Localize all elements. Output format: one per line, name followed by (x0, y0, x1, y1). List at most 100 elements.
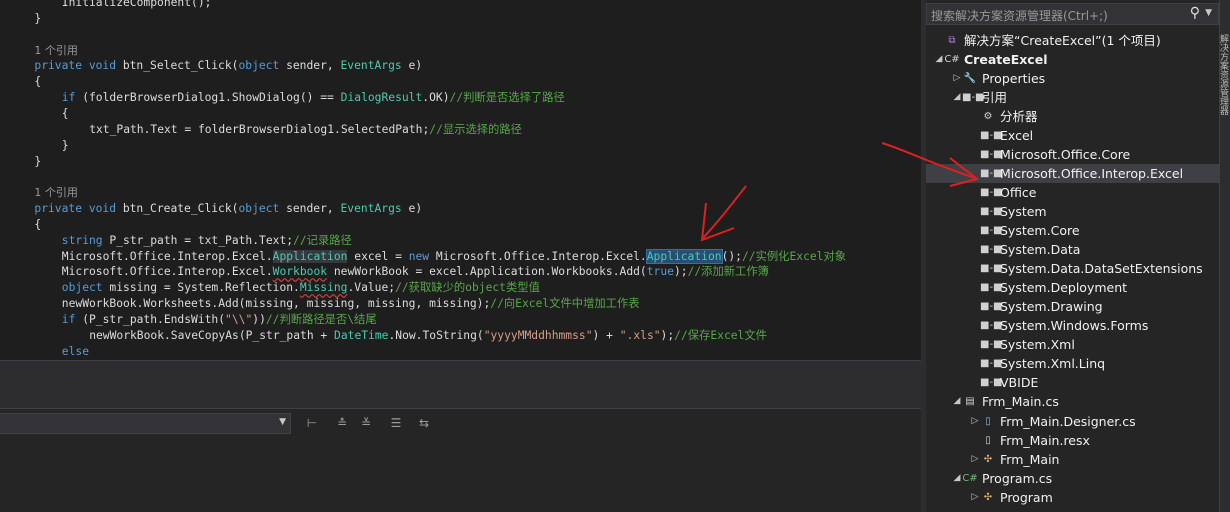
code-token: Application (272, 249, 348, 263)
code-line[interactable]: } (34, 154, 41, 170)
find-message-icon[interactable]: ⊢ (302, 413, 322, 433)
wrench-icon: 🔧 (963, 72, 977, 84)
code-token: EventArgs (340, 202, 402, 216)
code-token: btn_Create_Click( (116, 202, 239, 216)
tree-item[interactable]: ⧉ 解决方案“CreateExcel”(1 个项目) (926, 31, 1219, 50)
code-token: } (34, 11, 42, 25)
code-token: "yyyyMMddhhmmss" (483, 328, 593, 342)
code-line[interactable]: Microsoft.Office.Interop.Excel. Applicati… (62, 248, 846, 265)
code-token: newWorkBook = excel.Application.Workbook… (327, 265, 647, 279)
next-message-icon[interactable]: ≚ (356, 413, 376, 433)
chevron-down-icon[interactable]: ▼ (1205, 8, 1212, 18)
tree-item[interactable]: ■-■ System.Deployment (926, 278, 1219, 297)
tree-item[interactable]: ▷ 🔧 Properties (926, 69, 1219, 88)
tree-item[interactable]: ■-■ System.Core (926, 221, 1219, 240)
tree-item[interactable]: ▷ ▯ Frm_Main.Designer.cs (926, 412, 1219, 431)
tree-item[interactable]: ■-■ Microsoft.Office.Core (926, 145, 1219, 164)
code-token: //判断路径是否\结尾 (265, 313, 377, 326)
editor-horizontal-scrollbar[interactable] (0, 360, 921, 389)
code-line[interactable]: { (34, 74, 41, 90)
tree-item[interactable]: ■-■ Excel (926, 126, 1219, 145)
code-token: void (88, 202, 117, 216)
tree-item-label: Frm_Main.Designer.cs (1000, 413, 1136, 429)
expand-arrow-icon[interactable]: ◢ (934, 50, 944, 69)
code-line[interactable]: object missing = System.Reflection.Missi… (62, 280, 540, 296)
tree-item[interactable]: ■-■ System.Data.DataSetExtensions (926, 259, 1219, 278)
tree-item-label: Properties (982, 70, 1046, 86)
tree-item[interactable]: ■-■ System.Windows.Forms (926, 316, 1219, 335)
code-line[interactable]: private void btn_Select_Click(object sen… (34, 58, 422, 74)
code-token: (folderBrowserDialog1.ShowDialog() == (75, 91, 341, 105)
tree-item-label: Frm_Main.cs (982, 394, 1059, 410)
code-line[interactable]: txt_Path.Text = folderBrowserDialog1.Sel… (89, 122, 522, 138)
code-token: object (61, 281, 103, 295)
class-icon: ✣ (983, 491, 993, 503)
reference-count-lens[interactable]: 1 个引用 (34, 44, 78, 57)
tree-item[interactable]: ▷ ✣ Program (926, 488, 1219, 507)
tree-item[interactable]: ▯ Frm_Main.resx (926, 431, 1219, 450)
code-token: )) (252, 313, 266, 326)
code-token: "\\" (225, 313, 253, 326)
code-line[interactable]: Microsoft.Office.Interop.Excel.Workbook … (62, 264, 769, 280)
tree-item-label: Frm_Main.resx (1000, 432, 1090, 448)
code-line[interactable]: if (P_str_path.EndsWith("\\"))//判断路径是否\结… (62, 312, 377, 328)
chevron-down-icon[interactable]: ▼ (279, 417, 286, 427)
tree-item[interactable]: ■-■ Office (926, 183, 1219, 202)
code-line[interactable]: { (34, 217, 41, 233)
solution-search-box[interactable]: 搜索解决方案资源管理器(Ctrl+;) ⚲ ▼ (926, 3, 1219, 25)
code-line[interactable]: InitializeComponent(); (62, 0, 212, 11)
word-wrap-icon[interactable]: ⇆ (414, 413, 434, 433)
reference-count-lens[interactable]: 1 个引用 (34, 186, 78, 199)
code-token: { (34, 75, 42, 89)
reference-icon: ■-■ (980, 244, 1003, 256)
code-line[interactable]: { (62, 106, 69, 122)
tree-item[interactable]: ◢ C# Program.cs (926, 469, 1219, 488)
collapse-arrow-icon[interactable]: ▷ (970, 450, 980, 469)
code-line[interactable]: private void btn_Create_Click(object sen… (34, 201, 422, 217)
collapse-arrow-icon[interactable]: ▷ (970, 412, 980, 431)
code-token: ) + (592, 328, 620, 342)
tree-item[interactable]: ▷ ✣ Frm_Main (926, 450, 1219, 469)
collapse-arrow-icon[interactable]: ▷ (952, 69, 962, 88)
code-line[interactable]: newWorkBook.Worksheets.Add(missing, miss… (62, 296, 640, 312)
side-tab-solution-explorer[interactable]: 解决方案资源管理器 (1218, 34, 1230, 144)
expand-arrow-icon[interactable]: ◢ (952, 88, 962, 107)
tree-item[interactable]: ■-■ Microsoft.Office.Interop.Excel (926, 163, 1219, 183)
tree-item[interactable]: ■-■ System.Data (926, 240, 1219, 259)
tree-item[interactable]: ■-■ System.Drawing (926, 297, 1219, 316)
code-line[interactable]: else (62, 344, 89, 360)
code-line[interactable]: if (folderBrowserDialog1.ShowDialog() ==… (62, 90, 565, 106)
collapse-arrow-icon[interactable]: ▷ (970, 488, 980, 507)
code-line[interactable]: 1 个引用 (34, 185, 78, 201)
code-line[interactable]: } (34, 11, 41, 27)
side-tab-strip[interactable]: 解决方案资源管理器 (1218, 0, 1230, 512)
tree-item[interactable]: ■-■ System.Xml.Linq (926, 354, 1219, 373)
tree-item-label: 分析器 (1000, 108, 1038, 124)
reference-icon: ■-■ (980, 186, 1003, 198)
clear-all-icon[interactable]: ☰ (386, 413, 406, 433)
expand-arrow-icon[interactable]: ◢ (952, 392, 962, 411)
code-line[interactable]: string P_str_path = txt_Path.Text;//记录路径 (62, 233, 352, 249)
tree-item[interactable]: ◢ ▤ Frm_Main.cs (926, 392, 1219, 411)
tree-item[interactable]: ■-■ System (926, 202, 1219, 221)
prev-message-icon[interactable]: ≛ (332, 413, 352, 433)
tree-item[interactable]: ■-■ VBIDE (926, 373, 1219, 392)
reference-icon: ■-■ (980, 320, 1003, 332)
expand-arrow-icon[interactable]: ◢ (952, 469, 962, 488)
code-line[interactable]: } (62, 138, 69, 154)
code-token: //添加新工作簿 (687, 265, 769, 279)
code-token: Workbook (272, 265, 328, 279)
search-icon[interactable]: ⚲ (1190, 5, 1200, 21)
output-source-dropdown[interactable]: ▼ (0, 413, 291, 434)
code-line[interactable]: newWorkBook.SaveCopyAs(P_str_path + Date… (89, 328, 767, 344)
tree-item[interactable]: ⚙ 分析器 (926, 107, 1219, 126)
code-line[interactable]: 1 个引用 (34, 43, 78, 59)
tree-item-label: System.Xml (1000, 337, 1075, 353)
tree-item[interactable]: ◢ C# CreateExcel (926, 50, 1219, 69)
code-token: Microsoft.Office.Interop.Excel. (429, 249, 647, 263)
tree-item[interactable]: ■-■ System.Xml (926, 335, 1219, 354)
code-editor[interactable]: InitializeComponent();} 1 个引用 private void… (0, 0, 921, 360)
code-token: private (34, 59, 82, 73)
tree-item[interactable]: ◢ ■-■ 引用 (926, 88, 1219, 107)
tree-item-label: CreateExcel (964, 51, 1048, 67)
